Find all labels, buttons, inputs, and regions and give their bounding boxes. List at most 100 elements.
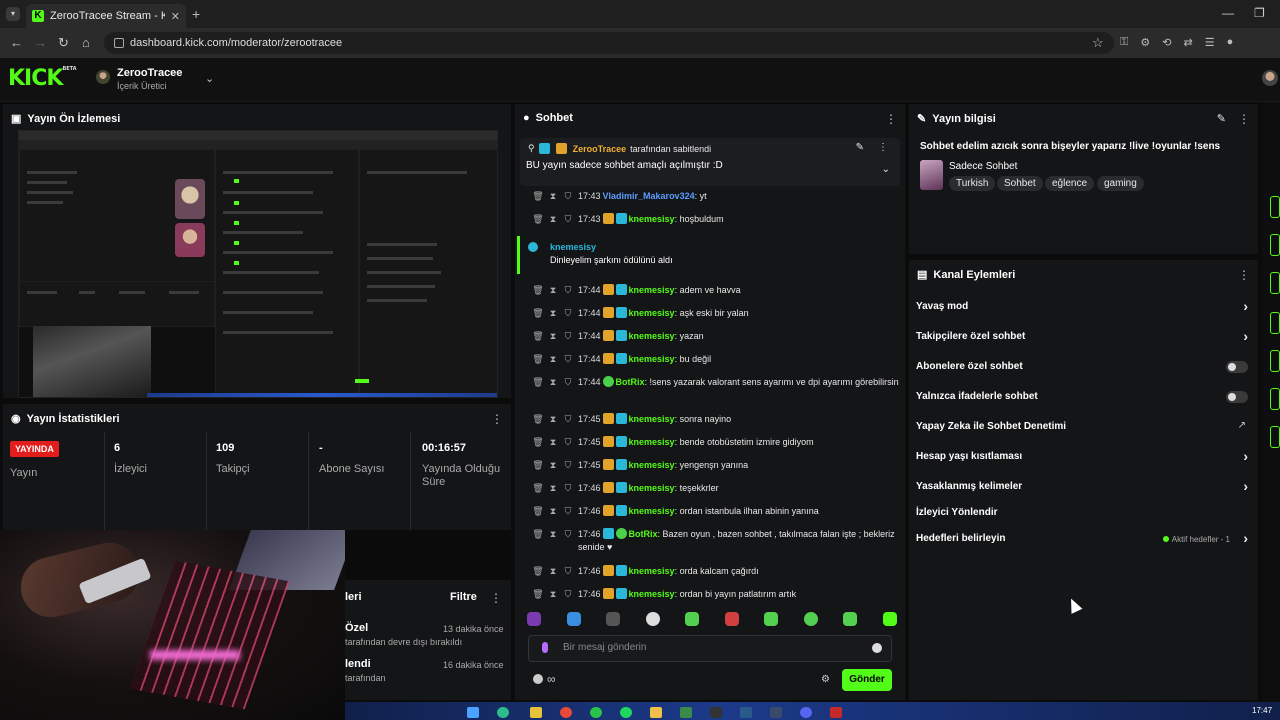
more-options-icon[interactable]: ⋮ [491,412,503,426]
shield-icon[interactable]: ⛉ [562,565,574,578]
timeout-icon[interactable]: ⧗ [547,213,559,226]
channel-name[interactable]: ZerooTracee [117,67,182,79]
message-username[interactable]: knemesisy [629,589,675,599]
app-icon[interactable] [530,707,542,718]
new-tab-button[interactable]: + [192,6,200,22]
message-username[interactable]: knemesisy [629,566,675,576]
translate-icon[interactable]: ⇄ [1183,36,1192,49]
message-username[interactable]: knemesisy [629,214,675,224]
home-icon[interactable]: ⌂ [82,35,90,50]
spotify-icon[interactable] [620,707,632,718]
microphone-icon[interactable] [542,642,548,653]
action-host-viewers[interactable]: İzleyici Yönlendir [916,503,1256,525]
trash-icon[interactable]: 🗑 [532,565,544,578]
trash-icon[interactable]: 🗑 [532,482,544,495]
reading-list-icon[interactable]: ☰ [1205,36,1215,49]
message-username[interactable]: knemesisy [629,506,675,516]
emote-icon[interactable] [566,612,581,626]
discord-icon[interactable] [800,707,812,718]
windows-start-icon[interactable] [467,707,479,718]
shield-icon[interactable]: ⛉ [562,505,574,518]
emote-icon[interactable] [843,612,858,626]
timeout-icon[interactable]: ⧗ [547,330,559,343]
timeout-icon[interactable]: ⧗ [547,284,559,297]
app-icon[interactable] [770,707,782,718]
send-button[interactable]: Gönder [842,669,892,691]
message-username[interactable]: knemesisy [629,460,675,470]
app-icon[interactable] [710,707,722,718]
steam-icon[interactable] [740,707,752,718]
emote-icon[interactable] [882,612,897,626]
app-icon[interactable] [680,707,692,718]
timeout-icon[interactable]: ⧗ [547,190,559,203]
trash-icon[interactable]: 🗑 [532,436,544,449]
message-username[interactable]: knemesisy [629,483,675,493]
edge-icon[interactable] [497,707,509,718]
more-options-icon[interactable]: ⋮ [1238,112,1250,126]
kick-points-icon[interactable] [533,674,543,684]
tag-chip[interactable]: Sohbet [997,176,1043,191]
action-slow-mode[interactable]: Yavaş mod › [916,297,1256,319]
message-username[interactable]: Vladimir_Makarov324 [603,191,695,201]
forward-icon[interactable]: → [34,35,47,50]
trash-icon[interactable]: 🗑 [532,376,544,389]
trash-icon[interactable]: 🗑 [532,190,544,203]
chevron-down-icon[interactable]: ⌄ [882,164,890,175]
trash-icon[interactable]: 🗑 [532,353,544,366]
close-tab-icon[interactable]: ✕ [171,10,180,23]
shield-icon[interactable]: ⛉ [562,413,574,426]
trash-icon[interactable]: 🗑 [532,284,544,297]
pinned-by-user[interactable]: ZerooTracee [573,144,627,154]
shield-icon[interactable]: ⛉ [562,436,574,449]
profile-icon[interactable]: ● [1227,36,1234,49]
emoji-icon[interactable] [872,643,882,653]
shield-icon[interactable]: ⛉ [562,330,574,343]
side-tool-button[interactable] [1270,312,1280,334]
tag-chip[interactable]: eğlence [1045,176,1095,191]
trash-icon[interactable]: 🗑 [532,459,544,472]
edit-pencil-icon[interactable]: ✎ [1217,112,1226,125]
folder-icon[interactable] [650,707,662,718]
timeout-icon[interactable]: ⧗ [547,353,559,366]
side-tool-button[interactable] [1270,388,1280,410]
reload-icon[interactable]: ↻ [58,35,69,51]
shield-icon[interactable]: ⛉ [562,307,574,320]
emote-icon[interactable] [645,612,660,626]
shield-icon[interactable]: ⛉ [562,482,574,495]
highlight-user[interactable]: knemesisy [550,242,596,252]
trash-icon[interactable]: 🗑 [532,528,544,541]
back-icon[interactable]: ← [10,35,23,50]
chat-message-input[interactable]: Bir mesaj gönderin [528,635,892,662]
tag-chip[interactable]: Turkish [949,176,996,191]
user-avatar[interactable] [1262,70,1278,86]
side-tool-button[interactable] [1270,350,1280,372]
trash-icon[interactable]: 🗑 [532,307,544,320]
action-banned-words[interactable]: Yasaklanmış kelimeler › [916,477,1256,499]
action-account-age[interactable]: Hesap yaşı kısıtlaması › [916,447,1256,469]
extension-icon[interactable]: ⚿ [1120,36,1128,49]
message-username[interactable]: knemesisy [629,331,675,341]
history-icon[interactable]: ⟲ [1162,36,1171,49]
trash-icon[interactable]: 🗑 [532,505,544,518]
action-followers-only[interactable]: Takipçilere özel sohbet › [916,327,1256,349]
timeout-icon[interactable]: ⧗ [547,482,559,495]
side-tool-button[interactable] [1270,426,1280,448]
subscribers-only-toggle[interactable] [1226,361,1248,373]
more-options-icon[interactable]: ⋮ [878,142,888,153]
emote-icon[interactable] [724,612,739,626]
side-tool-button[interactable] [1270,234,1280,256]
settings-gear-icon[interactable]: ⚙ [821,674,830,685]
timeout-icon[interactable]: ⧗ [547,505,559,518]
timeout-icon[interactable]: ⧗ [547,565,559,578]
shield-icon[interactable]: ⛉ [562,588,574,601]
unpin-icon[interactable]: ✎ [856,142,864,153]
action-ai-moderation[interactable]: Yapay Zeka ile Sohbet Denetimi ↗ [916,417,1256,439]
timeout-icon[interactable]: ⧗ [547,376,559,389]
chevron-down-icon[interactable]: ⌄ [205,72,214,85]
message-username[interactable]: knemesisy [629,437,675,447]
url-field[interactable]: dashboard.kick.com/moderator/zerootracee [104,32,1114,54]
emotes-only-toggle[interactable] [1226,391,1248,403]
message-username[interactable]: knemesisy [629,308,675,318]
timeout-icon[interactable]: ⧗ [547,307,559,320]
minimize-icon[interactable]: — [1222,6,1234,20]
